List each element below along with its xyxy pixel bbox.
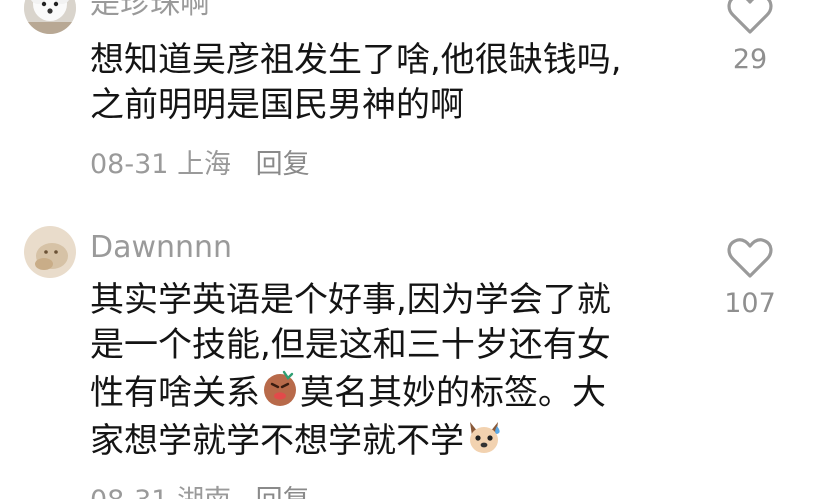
reply-button[interactable]: 回复 bbox=[256, 485, 310, 499]
angry-face-emoji bbox=[264, 370, 296, 406]
username[interactable]: Dawnnnn bbox=[90, 230, 232, 266]
reply-button[interactable]: 回复 bbox=[256, 149, 310, 180]
beige-pet-avatar bbox=[24, 226, 76, 278]
comment-date: 08-31 bbox=[90, 485, 168, 499]
comment-text-segment: 家想学就学不想学就不学 bbox=[90, 421, 464, 461]
comment-location: 上海 bbox=[177, 149, 232, 180]
comment-text-line: 家想学就学不想学就不学 bbox=[90, 416, 611, 464]
comment-text-line: 其实学英语是个好事,因为学会了就 bbox=[90, 280, 611, 320]
comment-item: Dawnnnn 其实学英语是个好事,因为学会了就 是一个技能,但是这和三十岁还有… bbox=[0, 210, 815, 499]
heart-outline-icon bbox=[727, 0, 773, 34]
like-count: 107 bbox=[724, 288, 776, 319]
username[interactable]: 是珍珠啊 bbox=[90, 0, 210, 22]
comment-text: 其实学英语是个好事,因为学会了就 是一个技能,但是这和三十岁还有女 性有啥关系 … bbox=[90, 278, 611, 464]
comment-text-segment: 性有啥关系 bbox=[90, 373, 260, 413]
like-button[interactable]: 29 bbox=[720, 0, 780, 76]
comment-text-line: 是一个技能,但是这和三十岁还有女 bbox=[90, 325, 611, 365]
comment-text-line: 想知道吴彦祖发生了啥,他很缺钱吗, bbox=[90, 40, 622, 80]
comment-text-line: 性有啥关系 莫名其妙的标签。大 bbox=[90, 368, 611, 416]
comment-text-segment: 莫名其妙的标签。大 bbox=[300, 373, 606, 413]
white-dog-avatar bbox=[24, 0, 76, 34]
comment-location: 湖南 bbox=[177, 485, 231, 499]
avatar[interactable] bbox=[24, 0, 76, 34]
heart-outline-icon bbox=[727, 238, 773, 278]
comment-meta: 08-31 湖南 回复 bbox=[90, 484, 310, 499]
avatar[interactable] bbox=[24, 226, 76, 278]
like-button[interactable]: 107 bbox=[720, 236, 780, 320]
comment-meta: 08-31 上海 回复 bbox=[90, 148, 310, 182]
comment-text-line: 之前明明是国民男神的啊 bbox=[90, 85, 464, 125]
sweating-dog-emoji bbox=[470, 422, 500, 453]
comment-text: 想知道吴彦祖发生了啥,他很缺钱吗, 之前明明是国民男神的啊 bbox=[90, 38, 622, 128]
like-count: 29 bbox=[732, 44, 768, 75]
comment-item: 是珍珠啊 想知道吴彦祖发生了啥,他很缺钱吗, 之前明明是国民男神的啊 08-31… bbox=[0, 0, 815, 200]
comment-date: 08-31 bbox=[90, 149, 169, 180]
